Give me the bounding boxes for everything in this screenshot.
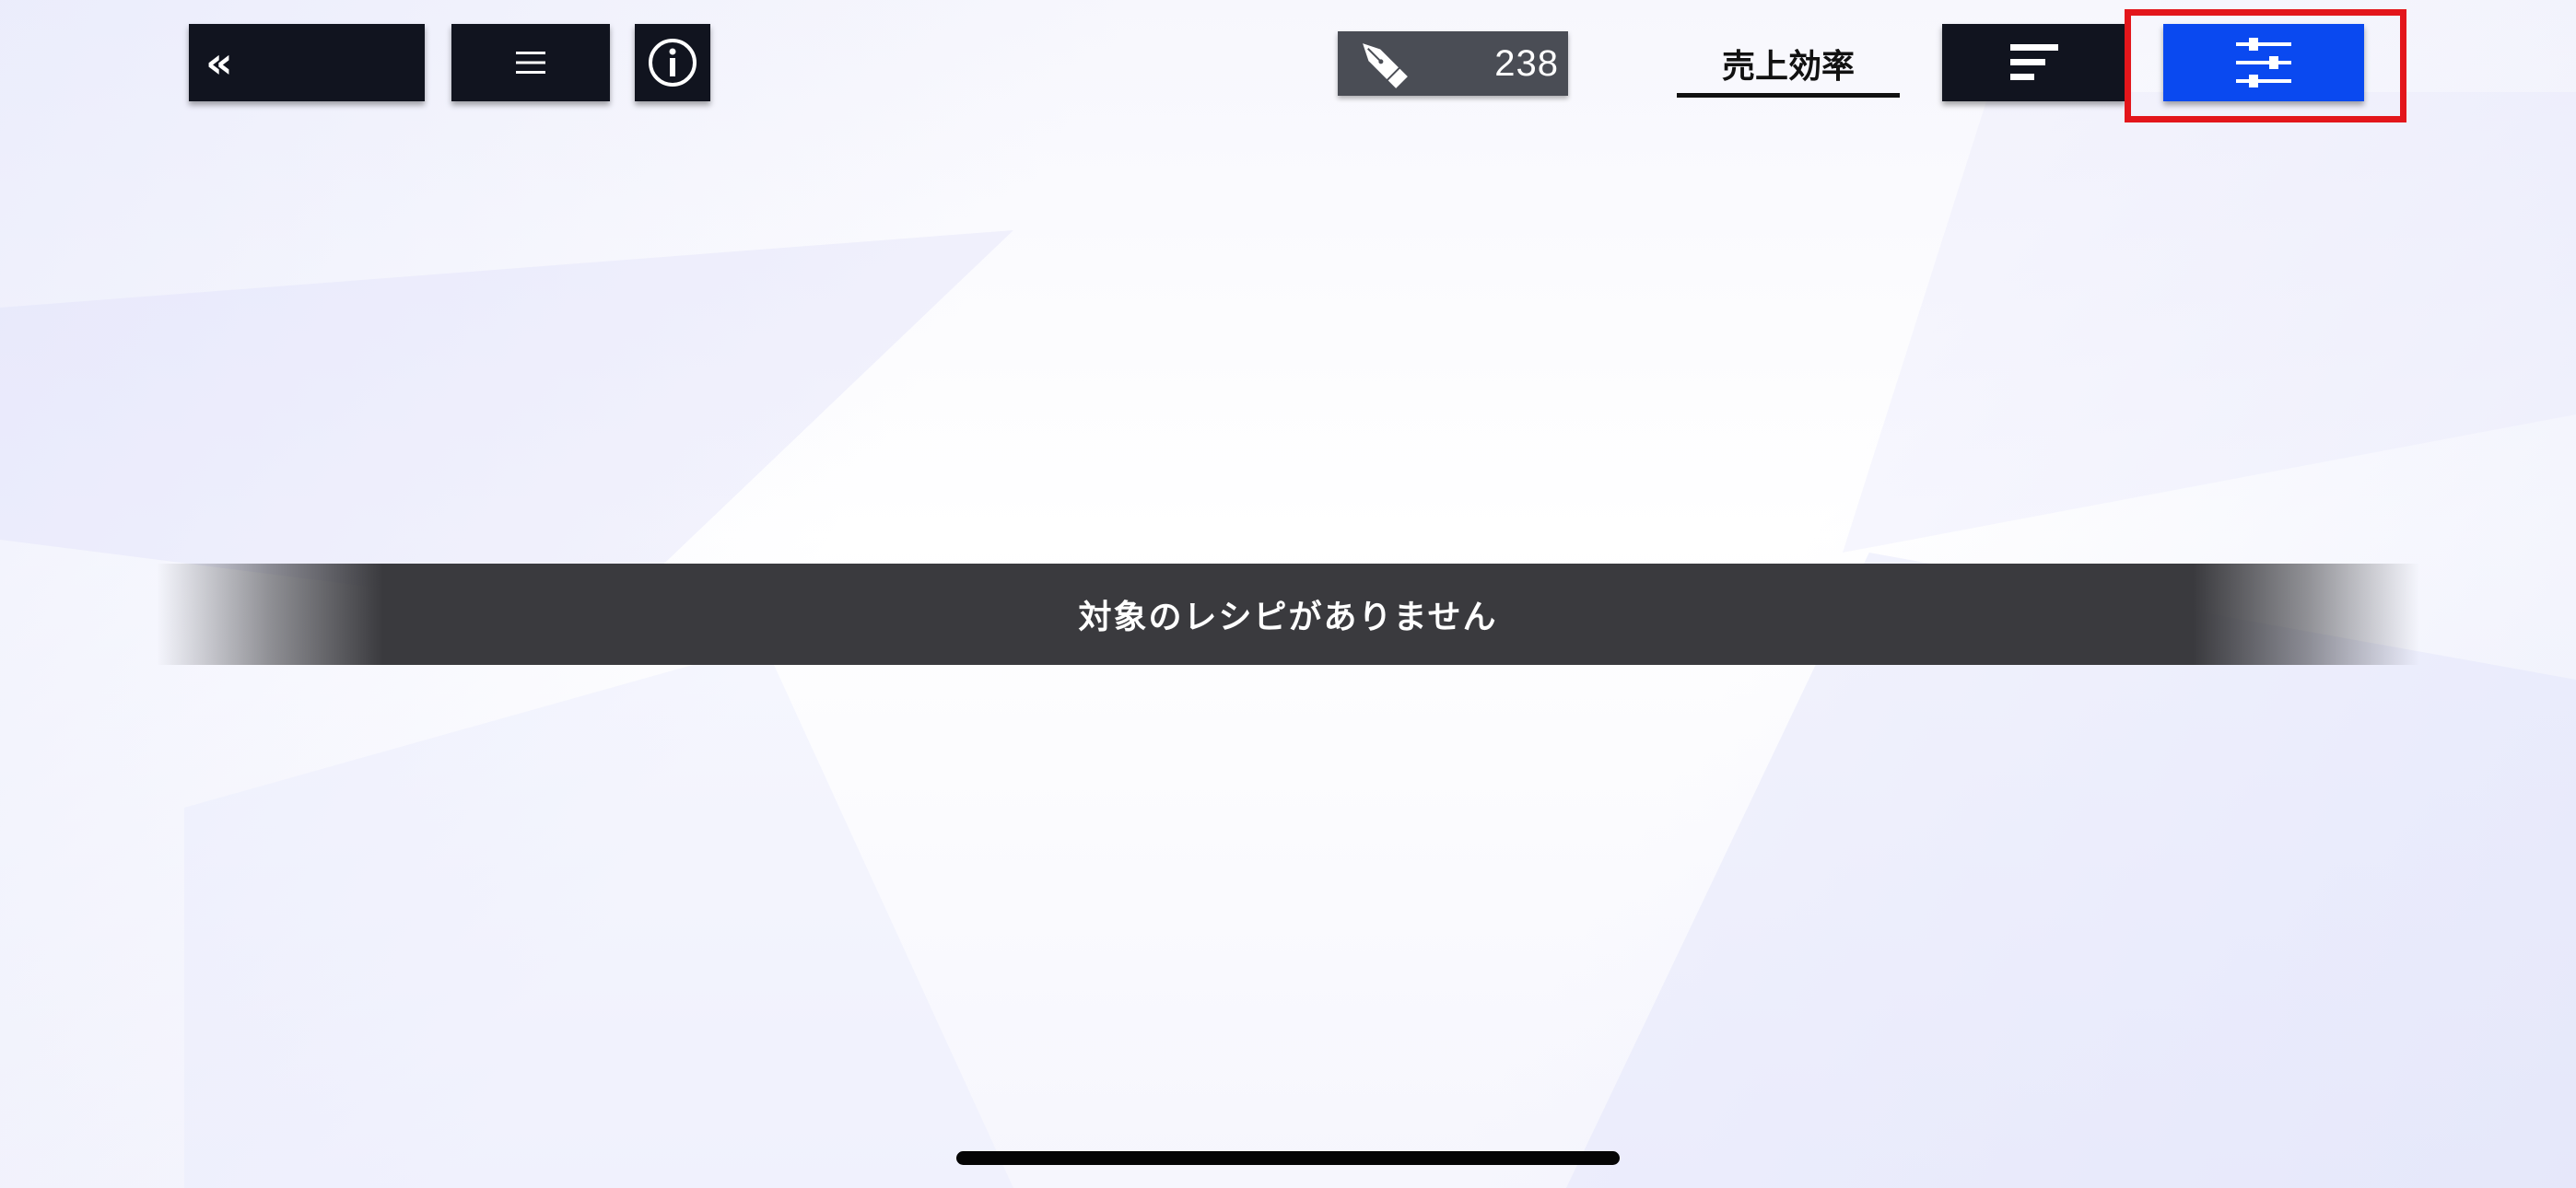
- pen-counter: 238: [1338, 31, 1568, 96]
- background-facet: [184, 645, 1013, 1188]
- empty-state-message: 対象のレシピがありません: [1078, 599, 1498, 636]
- menu-button[interactable]: [451, 24, 610, 101]
- home-indicator[interactable]: [956, 1151, 1620, 1165]
- sort-lines-icon: [2010, 44, 2058, 80]
- highlight-frame: [2125, 9, 2406, 122]
- info-button[interactable]: [635, 24, 710, 101]
- back-button[interactable]: «: [189, 24, 425, 101]
- double-chevron-left-icon: «: [205, 38, 233, 87]
- background-facet: [1843, 92, 2576, 553]
- sort-button[interactable]: [1942, 24, 2126, 101]
- background-facet: [0, 230, 1013, 617]
- pen-count-value: 238: [1494, 42, 1559, 84]
- sort-criterion-label[interactable]: 売上効率: [1677, 33, 1900, 98]
- info-icon: [649, 39, 697, 87]
- hamburger-menu-icon: [516, 52, 545, 74]
- pen-nib-icon: [1363, 43, 1408, 88]
- empty-state-banner: 対象のレシピがありません: [157, 564, 2419, 665]
